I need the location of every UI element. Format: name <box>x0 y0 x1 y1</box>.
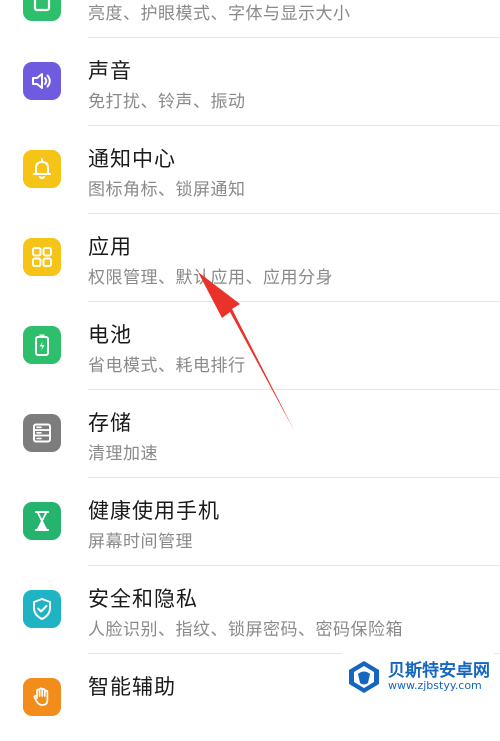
settings-item-title: 电池 <box>88 323 132 347</box>
settings-item-title: 通知中心 <box>88 147 176 171</box>
hourglass-icon <box>23 502 61 540</box>
settings-item-title: 健康使用手机 <box>88 499 220 523</box>
storage-icon <box>23 414 61 452</box>
settings-item-subtitle: 图标角标、锁屏通知 <box>88 180 246 200</box>
settings-item-apps[interactable]: 应用 权限管理、默认应用、应用分身 <box>0 213 500 302</box>
display-icon <box>23 0 61 21</box>
settings-item-title: 智能辅助 <box>88 675 176 699</box>
settings-item-notification-center[interactable]: 通知中心 图标角标、锁屏通知 <box>0 125 500 214</box>
watermark-name: 贝斯特安卓网 <box>388 660 490 681</box>
watermark: 贝斯特安卓网 www.zjbstyy.com <box>340 652 496 702</box>
hand-icon <box>23 678 61 716</box>
settings-item-subtitle: 清理加速 <box>88 444 158 464</box>
settings-item-digital-wellbeing[interactable]: 健康使用手机 屏幕时间管理 <box>0 477 500 566</box>
settings-item-subtitle: 亮度、护眼模式、字体与显示大小 <box>88 4 351 24</box>
settings-item-subtitle: 屏幕时间管理 <box>88 532 193 552</box>
battery-icon <box>23 326 61 364</box>
settings-item-display[interactable]: 亮度、护眼模式、字体与显示大小 <box>0 0 500 38</box>
watermark-url: www.zjbstyy.com <box>388 679 482 693</box>
watermark-logo-icon <box>349 661 379 693</box>
grid-icon <box>23 238 61 276</box>
settings-item-title: 安全和隐私 <box>88 587 198 611</box>
watermark-text: 贝斯特安卓网 www.zjbstyy.com <box>388 660 490 693</box>
shield-icon <box>23 590 61 628</box>
settings-item-storage[interactable]: 存储 清理加速 <box>0 389 500 478</box>
settings-item-battery[interactable]: 电池 省电模式、耗电排行 <box>0 301 500 390</box>
settings-item-security-privacy[interactable]: 安全和隐私 人脸识别、指纹、锁屏密码、密码保险箱 <box>0 565 500 654</box>
settings-item-title: 存储 <box>88 411 132 435</box>
settings-item-subtitle: 权限管理、默认应用、应用分身 <box>88 268 333 288</box>
bell-icon <box>23 150 61 188</box>
speaker-icon <box>23 62 61 100</box>
settings-item-subtitle: 省电模式、耗电排行 <box>88 356 246 376</box>
settings-item-title: 应用 <box>88 235 132 259</box>
settings-item-title: 声音 <box>88 59 132 83</box>
settings-item-subtitle: 人脸识别、指纹、锁屏密码、密码保险箱 <box>88 620 403 640</box>
settings-item-sound[interactable]: 声音 免打扰、铃声、振动 <box>0 37 500 126</box>
settings-item-subtitle: 免打扰、铃声、振动 <box>88 92 246 112</box>
